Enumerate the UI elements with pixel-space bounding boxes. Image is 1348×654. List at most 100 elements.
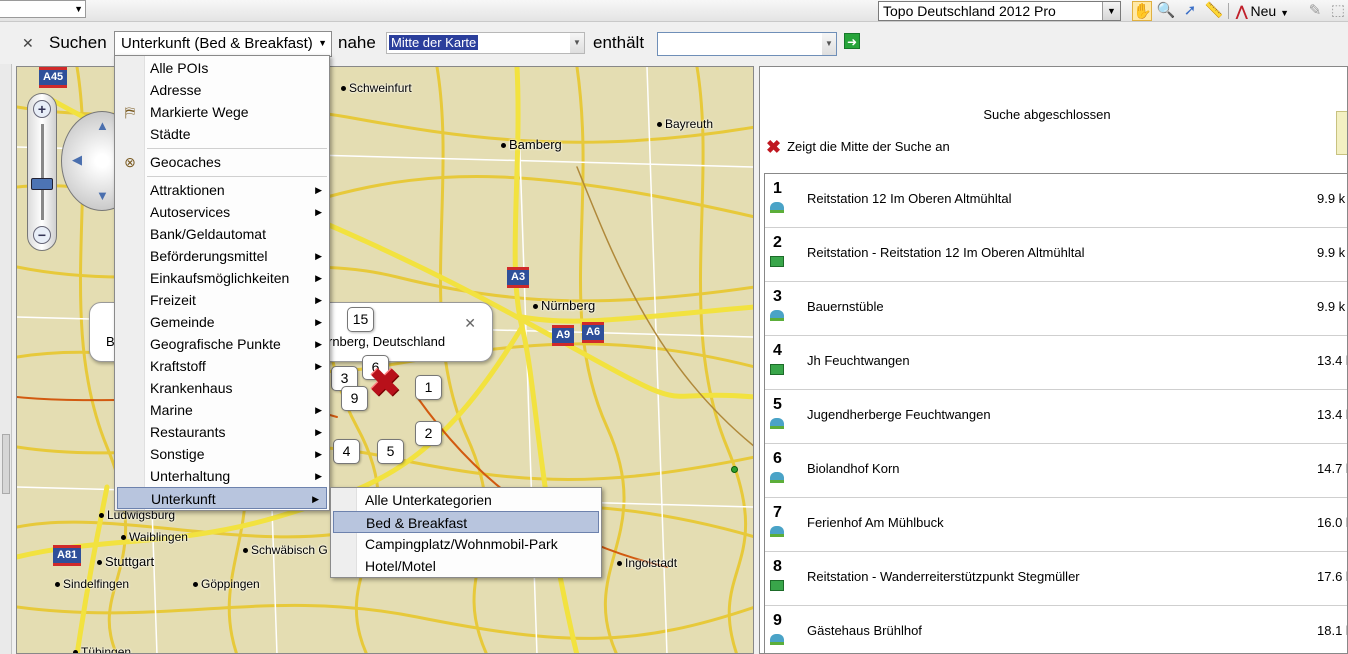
result-row[interactable]: 2 Reitstation - Reitstation 12 Im Oberen… xyxy=(765,228,1347,282)
result-row[interactable]: 6 Biolandhof Korn 14.7 k xyxy=(765,444,1347,498)
zoom-in-icon[interactable]: + xyxy=(33,100,51,118)
city-label: Sindelfingen xyxy=(55,577,129,591)
menu-item-restaurants[interactable]: Restaurants ▶ xyxy=(115,421,329,443)
map-result-pin[interactable]: 2 xyxy=(415,421,442,446)
contains-input[interactable]: ▼ xyxy=(657,32,837,56)
menu-item-municipality[interactable]: Gemeinde ▶ xyxy=(115,311,329,333)
result-number: 9 xyxy=(773,612,782,629)
near-select[interactable]: Mitte der Karte ▼ xyxy=(386,32,585,54)
bed-icon xyxy=(770,580,784,591)
select-tool-icon[interactable]: ⬚ xyxy=(1328,1,1348,21)
submenu-arrow-icon: ▶ xyxy=(315,317,322,327)
menu-item-leisure[interactable]: Freizeit ▶ xyxy=(115,289,329,311)
menu-item-other[interactable]: Sonstige ▶ xyxy=(115,443,329,465)
menu-item-auto-services[interactable]: Autoservices ▶ xyxy=(115,201,329,223)
pan-left-icon[interactable]: ◀ xyxy=(72,152,82,168)
new-button[interactable]: ⋀ Neu ▼ xyxy=(1236,1,1289,21)
result-row[interactable]: 8 Reitstation - Wanderreiterstützpunkt S… xyxy=(765,552,1347,606)
zoom-thumb[interactable] xyxy=(31,178,53,190)
submenu-arrow-icon: ▶ xyxy=(315,185,322,195)
left-toolbar-combo[interactable]: ▼ xyxy=(0,0,86,18)
chevron-down-icon[interactable]: ▼ xyxy=(822,33,836,55)
menu-item-address[interactable]: Adresse xyxy=(115,79,329,101)
go-arrow-button[interactable]: ➜ xyxy=(844,33,860,49)
city-label: Stuttgart xyxy=(97,554,154,569)
menu-item-geocaches[interactable]: ⊗ Geocaches xyxy=(115,151,329,173)
menu-item-marine[interactable]: Marine ▶ xyxy=(115,399,329,421)
result-distance: 17.6 k xyxy=(1317,569,1347,584)
submenu-item-bed-breakfast[interactable]: Bed & Breakfast xyxy=(333,511,599,533)
menu-item-transport[interactable]: Beförderungsmittel ▶ xyxy=(115,245,329,267)
result-row[interactable]: 7 Ferienhof Am Mühlbuck 16.0 k xyxy=(765,498,1347,552)
search-status: Suche abgeschlossen xyxy=(983,107,1111,122)
tent-icon xyxy=(770,634,784,645)
map-result-pin[interactable]: 9 xyxy=(341,386,368,411)
collapse-handle[interactable] xyxy=(2,434,10,494)
mini-map-thumbnail[interactable] xyxy=(1336,111,1347,155)
bed-icon xyxy=(770,256,784,267)
magnifier-icon[interactable]: 🔍 xyxy=(1156,1,1176,21)
result-name: Biolandhof Korn xyxy=(807,461,900,476)
pointer-arrow-icon[interactable]: ➚ xyxy=(1180,1,1200,21)
toolbar-divider xyxy=(1228,3,1229,19)
result-distance: 9.9 k xyxy=(1317,245,1346,260)
submenu-arrow-icon: ▶ xyxy=(315,361,322,371)
result-name: Reitstation - Wanderreiterstützpunkt Ste… xyxy=(807,569,1080,584)
show-search-center-label: Zeigt die Mitte der Suche an xyxy=(787,138,950,154)
map-result-pin[interactable]: 4 xyxy=(333,439,360,464)
menu-separator xyxy=(147,148,327,149)
pencil-icon[interactable]: ✎ xyxy=(1305,1,1325,21)
zoom-out-icon[interactable]: − xyxy=(33,226,51,244)
chevron-down-icon[interactable]: ▼ xyxy=(1102,2,1120,20)
menu-item-attractions[interactable]: Attraktionen ▶ xyxy=(115,179,329,201)
result-row[interactable]: 9 Gästehaus Brühlhof 18.1 k xyxy=(765,606,1347,653)
result-distance: 14.7 k xyxy=(1317,461,1347,476)
result-distance: 16.0 k xyxy=(1317,515,1347,530)
pan-down-icon[interactable]: ▼ xyxy=(96,188,109,203)
pan-up-icon[interactable]: ▲ xyxy=(96,118,109,133)
result-row[interactable]: 3 Bauernstüble 9.9 k xyxy=(765,282,1347,336)
hand-pan-icon[interactable]: ✋ xyxy=(1132,1,1152,21)
submenu-arrow-icon: ▶ xyxy=(315,207,322,217)
result-row[interactable]: 5 Jugendherberge Feuchtwangen 13.4 k xyxy=(765,390,1347,444)
bed-icon xyxy=(770,364,784,375)
zoom-track xyxy=(41,124,44,220)
city-label: Schwäbisch G xyxy=(243,543,328,557)
menu-item-fuel[interactable]: Kraftstoff ▶ xyxy=(115,355,329,377)
chevron-down-icon[interactable]: ▼ xyxy=(570,33,584,53)
category-menu: Alle POIs Adresse ⛿ Markierte Wege Städte… xyxy=(114,55,330,511)
menu-item-bank[interactable]: Bank/Geldautomat xyxy=(115,223,329,245)
zoom-slider[interactable]: + − xyxy=(27,93,57,251)
map-result-pin[interactable]: 1 xyxy=(415,375,442,400)
result-number: 7 xyxy=(773,504,782,521)
menu-item-lodging[interactable]: Unterkunft ▶ xyxy=(117,487,327,509)
result-row[interactable]: 1 Reitstation 12 Im Oberen Altmühltal 9.… xyxy=(765,174,1347,228)
map-result-pin[interactable]: 15 xyxy=(347,307,374,332)
submenu-item-all-subcategories[interactable]: Alle Unterkategorien xyxy=(331,489,601,511)
category-value: Unterkunft (Bed & Breakfast) xyxy=(121,35,313,52)
search-center-marker-icon: ✖ xyxy=(369,363,401,405)
menu-item-entertainment[interactable]: Unterhaltung ▶ xyxy=(115,465,329,487)
map-result-pin[interactable]: 5 xyxy=(377,439,404,464)
map-product-select[interactable]: Topo Deutschland 2012 Pro ▼ xyxy=(878,1,1121,21)
result-row[interactable]: 4 Jh Feuchtwangen 13.4 k xyxy=(765,336,1347,390)
submenu-arrow-icon: ▶ xyxy=(315,295,322,305)
submenu-item-camping[interactable]: Campingplatz/Wohnmobil-Park xyxy=(331,533,601,555)
menu-item-shopping[interactable]: Einkaufsmöglichkeiten ▶ xyxy=(115,267,329,289)
ruler-icon[interactable]: 📏 xyxy=(1204,1,1224,21)
submenu-item-hotel[interactable]: Hotel/Motel xyxy=(331,555,601,577)
menu-item-marked-trails[interactable]: ⛿ Markierte Wege xyxy=(115,101,329,123)
close-icon[interactable]: ✕ xyxy=(22,35,34,52)
near-value: Mitte der Karte xyxy=(389,35,479,50)
category-select[interactable]: Unterkunft (Bed & Breakfast) ▼ xyxy=(114,31,332,57)
result-number: 3 xyxy=(773,288,782,305)
autobahn-shield: A6 xyxy=(582,322,605,343)
close-icon[interactable]: ✕ xyxy=(464,315,476,332)
menu-item-hospital[interactable]: Krankenhaus xyxy=(115,377,329,399)
menu-item-cities[interactable]: Städte xyxy=(115,123,329,145)
tent-icon xyxy=(770,526,784,537)
submenu-arrow-icon: ▶ xyxy=(315,251,322,261)
show-search-center-link[interactable]: ✖ Zeigt die Mitte der Suche an xyxy=(766,137,950,158)
menu-item-all-pois[interactable]: Alle POIs xyxy=(115,57,329,79)
menu-item-geographic-points[interactable]: Geografische Punkte ▶ xyxy=(115,333,329,355)
